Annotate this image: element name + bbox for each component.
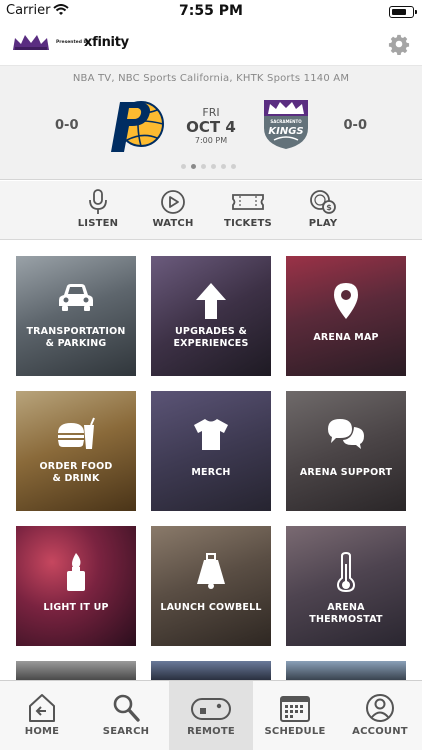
microphone-icon xyxy=(89,189,107,214)
battery-icon xyxy=(389,6,417,18)
gear-icon[interactable] xyxy=(388,33,410,55)
app-header: Presented by xfinity xyxy=(0,24,422,66)
search-icon xyxy=(113,694,140,722)
nav-schedule-label: SCHEDULE xyxy=(264,726,326,737)
play-icon xyxy=(161,190,185,214)
tile-light-it-up[interactable]: LIGHT IT UP xyxy=(16,526,136,646)
game-pager[interactable] xyxy=(181,164,241,170)
chips-icon: $ xyxy=(310,190,336,214)
kings-logo-text: KINGS xyxy=(268,126,303,137)
tile-row-4-middle[interactable] xyxy=(151,661,271,680)
tile-arena-thermostat[interactable]: ARENA THERMOSTAT xyxy=(286,526,406,646)
nav-account[interactable]: ACCOUNT xyxy=(338,681,422,750)
watch-button[interactable]: WATCH xyxy=(138,189,208,229)
home-score: 0-0 xyxy=(343,118,368,133)
nav-search-label: SEARCH xyxy=(102,726,150,737)
gamepad-icon xyxy=(191,698,231,720)
broadcast-info: NBA TV, NBC Sports California, KHTK Spor… xyxy=(72,73,350,84)
tile-order-food-label: ORDER FOOD & DRINK xyxy=(39,461,113,484)
tile-upgrades-experiences[interactable]: UPGRADES & EXPERIENCES xyxy=(151,256,271,376)
quick-actions-bar: LISTEN WATCH TICKETS $ PLAY xyxy=(0,181,422,240)
nav-remote[interactable]: REMOTE xyxy=(169,681,253,750)
nav-search[interactable]: SEARCH xyxy=(84,681,168,750)
tile-arena-support-label: ARENA SUPPORT xyxy=(299,467,393,478)
kings-logo: SACRAMENTO KINGS xyxy=(264,100,308,149)
game-time: 7:00 PM xyxy=(194,136,228,145)
play-label: PLAY xyxy=(308,218,338,229)
ticket-icon xyxy=(232,194,264,210)
tile-arena-support[interactable]: ARENA SUPPORT xyxy=(286,391,406,511)
pager-dot[interactable] xyxy=(221,164,226,169)
arrow-up-icon xyxy=(196,283,226,319)
tile-order-food-drink[interactable]: ORDER FOOD & DRINK xyxy=(16,391,136,511)
tile-arena-map[interactable]: ARENA MAP xyxy=(286,256,406,376)
nav-schedule[interactable]: SCHEDULE xyxy=(253,681,337,750)
tile-merch-label: MERCH xyxy=(191,467,231,478)
jersey-icon xyxy=(194,419,228,450)
tile-merch[interactable]: MERCH xyxy=(151,391,271,511)
pager-dot[interactable] xyxy=(211,164,216,169)
tile-row-4-left[interactable] xyxy=(16,661,136,680)
tile-transportation-label: TRANSPORTATION & PARKING xyxy=(26,326,126,349)
tile-row-4-right[interactable] xyxy=(286,661,406,680)
nav-home-label: HOME xyxy=(24,726,60,737)
listen-label: LISTEN xyxy=(77,218,119,229)
tile-launch-cowbell[interactable]: LAUNCH COWBELL xyxy=(151,526,271,646)
status-time: 7:55 PM xyxy=(179,3,243,19)
nav-remote-label: REMOTE xyxy=(187,726,235,737)
game-scoreboard[interactable]: NBA TV, NBC Sports California, KHTK Spor… xyxy=(0,66,422,180)
bottom-nav: HOME SEARCH REMOTE SCHEDULE ACCOUNT xyxy=(0,680,422,750)
pager-dot[interactable] xyxy=(231,164,236,169)
play-button[interactable]: $ PLAY xyxy=(288,189,358,229)
map-pin-icon xyxy=(334,283,358,319)
account-icon xyxy=(366,694,394,722)
tickets-button[interactable]: TICKETS xyxy=(213,189,283,229)
sponsor-logo: xfinity xyxy=(84,35,129,50)
status-bar: Carrier 7:55 PM xyxy=(0,0,422,24)
tile-upgrades-label: UPGRADES & EXPERIENCES xyxy=(173,326,249,349)
nav-account-label: ACCOUNT xyxy=(352,726,408,737)
tile-arena-map-label: ARENA MAP xyxy=(313,332,379,343)
listen-button[interactable]: LISTEN xyxy=(63,189,133,229)
nav-home[interactable]: HOME xyxy=(0,681,84,750)
lighter-icon xyxy=(67,553,85,591)
pager-dot[interactable] xyxy=(201,164,206,169)
watch-label: WATCH xyxy=(152,218,194,229)
pager-dot[interactable] xyxy=(191,164,196,169)
cowbell-icon xyxy=(197,553,225,589)
tickets-label: TICKETS xyxy=(224,218,272,229)
tile-transportation-parking[interactable]: TRANSPORTATION & PARKING xyxy=(16,256,136,376)
chat-icon xyxy=(328,419,364,449)
kings-crown-logo[interactable] xyxy=(12,34,50,52)
svg-text:$: $ xyxy=(326,203,332,212)
kings-logo-top-text: SACRAMENTO xyxy=(270,119,302,124)
thermometer-icon xyxy=(336,552,356,592)
tile-light-it-up-label: LIGHT IT UP xyxy=(43,602,109,613)
home-icon xyxy=(29,694,55,722)
pager-dot[interactable] xyxy=(181,164,186,169)
tile-arena-thermostat-label: ARENA THERMOSTAT xyxy=(309,602,383,625)
food-icon xyxy=(58,417,95,449)
calendar-icon xyxy=(280,696,310,722)
tile-launch-cowbell-label: LAUNCH COWBELL xyxy=(160,602,262,613)
car-icon xyxy=(59,284,93,311)
